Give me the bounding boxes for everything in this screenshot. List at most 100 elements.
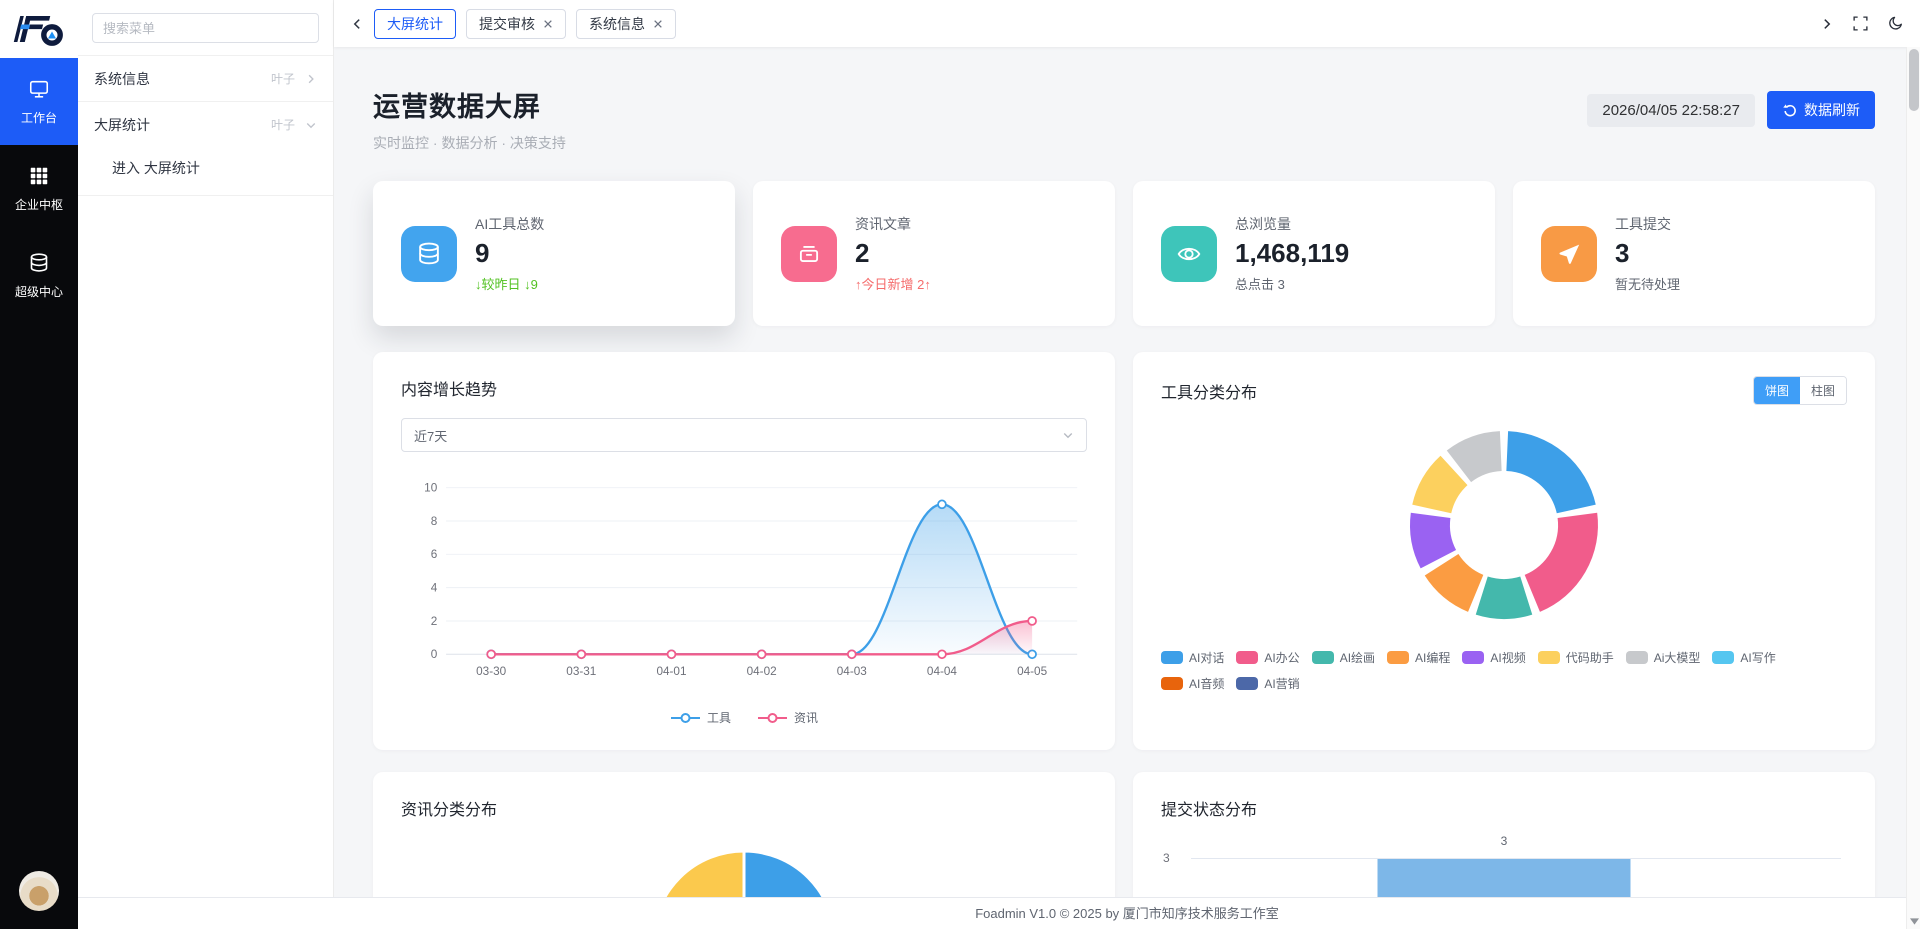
stat-sub: 总点击 3 (1235, 274, 1349, 293)
moon-icon (1887, 15, 1904, 32)
refresh-button-label: 数据刷新 (1804, 100, 1860, 120)
rail-item-enterprise-hub[interactable]: 企业中枢 (0, 145, 78, 232)
stat-card-news-articles: 资讯文章 2 ↑今日新增 2↑ (753, 181, 1115, 326)
charts-row: 内容增长趋势 近7天 024681003-3003-3104-0104-0204… (373, 352, 1875, 750)
close-icon[interactable] (543, 19, 553, 29)
stat-value: 1,468,119 (1235, 238, 1349, 269)
fullscreen-button[interactable] (1852, 15, 1869, 32)
datetime-display: 2026/04/05 22:58:27 (1587, 94, 1755, 127)
tabs-scroll-left-button[interactable] (350, 17, 364, 31)
range-select-value: 近7天 (414, 426, 447, 445)
menu-item-label: 系统信息 (94, 69, 150, 89)
svg-text:04-02: 04-02 (747, 665, 777, 678)
legend-item[interactable]: Ai大模型 (1626, 649, 1701, 666)
legend-item[interactable]: AI办公 (1236, 649, 1299, 666)
sidebar-item-system-info[interactable]: 系统信息 叶子 (78, 56, 333, 101)
legend-item[interactable]: AI营销 (1236, 675, 1299, 692)
legend-item[interactable]: 代码助手 (1538, 649, 1614, 666)
refresh-icon (1782, 103, 1797, 118)
stat-label: AI工具总数 (475, 214, 544, 234)
menu-item-badge: 叶子 (271, 70, 295, 87)
svg-text:04-05: 04-05 (1017, 665, 1048, 678)
tab-label: 提交审核 (479, 14, 535, 34)
stats-row: AI工具总数 9 ↓较昨日 ↓9 资讯文章 2 ↑今日新增 2↑ (373, 181, 1875, 326)
toggle-bar-button[interactable]: 柱图 (1800, 377, 1846, 404)
legend-item[interactable]: AI绘画 (1312, 649, 1375, 666)
svg-text:03-31: 03-31 (566, 665, 596, 678)
tab-label: 大屏统计 (387, 14, 443, 34)
scrollbar-down-button[interactable] (1907, 918, 1920, 925)
chevron-left-icon (350, 17, 364, 31)
page-title: 运营数据大屏 (373, 85, 566, 124)
chart-type-toggle: 饼图 柱图 (1753, 376, 1847, 405)
svg-text:04-03: 04-03 (837, 665, 868, 678)
toggle-pie-button[interactable]: 饼图 (1754, 377, 1800, 404)
legend-item[interactable]: AI对话 (1161, 649, 1224, 666)
dark-mode-button[interactable] (1887, 15, 1904, 32)
content-trend-legend: 工具 资讯 (401, 709, 1087, 726)
rail-item-super-center[interactable]: 超级中心 (0, 232, 78, 319)
stat-card-tool-submissions: 工具提交 3 暂无待处理 (1513, 181, 1875, 326)
primary-rail: 工作台 企业中枢 超级中心 (0, 0, 78, 929)
section-title: 工具分类分布 (1161, 379, 1257, 403)
legend-item[interactable]: AI音频 (1161, 675, 1224, 692)
stat-value: 3 (1615, 238, 1680, 269)
legend-item[interactable]: 资讯 (757, 709, 818, 726)
sidebar-item-screen-stats[interactable]: 大屏统计 叶子 (78, 102, 333, 147)
svg-text:04-04: 04-04 (927, 665, 958, 678)
stat-value: 9 (475, 238, 544, 269)
archive-icon (781, 226, 837, 282)
vertical-scrollbar[interactable] (1906, 47, 1920, 929)
svg-text:4: 4 (431, 582, 438, 595)
chevron-down-icon (305, 119, 317, 131)
main-area: 大屏统计 提交审核 系统信息 (334, 0, 1920, 929)
legend-item[interactable]: AI视频 (1462, 649, 1525, 666)
footer-text: Foadmin V1.0 © 2025 by 厦门市知序技术服务工作室 (334, 898, 1920, 929)
rail-item-label: 企业中枢 (15, 196, 63, 213)
legend-item[interactable]: AI编程 (1387, 649, 1450, 666)
close-icon[interactable] (653, 19, 663, 29)
stat-card-ai-tools: AI工具总数 9 ↓较昨日 ↓9 (373, 181, 735, 326)
stat-sub: ↓较昨日 ↓9 (475, 274, 544, 293)
menu-item-label: 大屏统计 (94, 115, 150, 135)
section-title: 提交状态分布 (1161, 796, 1847, 820)
scrollbar-thumb[interactable] (1909, 49, 1919, 111)
divider (78, 195, 333, 196)
chevron-down-icon (1062, 429, 1074, 441)
database-icon (28, 252, 50, 274)
tab-submit-review[interactable]: 提交审核 (466, 9, 566, 39)
chevron-right-icon (305, 73, 317, 85)
paper-plane-icon (1541, 226, 1597, 282)
monitor-icon (28, 78, 50, 100)
stat-label: 资讯文章 (855, 214, 931, 234)
legend-item[interactable]: 工具 (670, 709, 731, 726)
stat-value: 2 (855, 238, 931, 269)
section-title: 内容增长趋势 (401, 376, 1087, 400)
tab-screen-stats[interactable]: 大屏统计 (374, 9, 456, 39)
tab-system-info[interactable]: 系统信息 (576, 9, 676, 39)
menu-item-label: 进入 大屏统计 (112, 158, 200, 178)
user-avatar[interactable] (19, 871, 59, 911)
page-subtitle: 实时监控 · 数据分析 · 决策支持 (373, 133, 566, 153)
stat-label: 总浏览量 (1235, 214, 1349, 234)
tool-category-chart (1161, 413, 1847, 637)
data-refresh-button[interactable]: 数据刷新 (1767, 91, 1875, 129)
chevron-right-icon (1820, 17, 1834, 31)
content-trend-chart: 024681003-3003-3104-0104-0204-0304-0404-… (401, 472, 1087, 705)
sidebar-item-enter-screen-stats[interactable]: 进入 大屏统计 (78, 147, 333, 189)
triangle-down-icon (1910, 918, 1919, 925)
tool-category-card: 工具分类分布 饼图 柱图 AI对话 AI办公 AI绘画 AI编程 AI视频代码助手 Ai大… (1133, 352, 1875, 750)
tabs-scroll-right-button[interactable] (1820, 17, 1834, 31)
app-logo[interactable] (0, 0, 78, 58)
search-input[interactable] (92, 13, 319, 43)
svg-text:6: 6 (431, 548, 438, 561)
stat-label: 工具提交 (1615, 214, 1680, 234)
footer: Foadmin V1.0 © 2025 by 厦门市知序技术服务工作室 (78, 897, 1920, 929)
tool-category-legend: AI对话 AI办公 AI绘画 AI编程 AI视频代码助手 Ai大模型 AI写作 AI音频 AI营… (1161, 649, 1847, 692)
range-select[interactable]: 近7天 (401, 418, 1087, 452)
section-title: 资讯分类分布 (401, 796, 1087, 820)
logo-icon (13, 9, 65, 49)
svg-text:10: 10 (424, 482, 438, 495)
rail-item-workbench[interactable]: 工作台 (0, 58, 78, 145)
legend-item[interactable]: AI写作 (1712, 649, 1775, 666)
